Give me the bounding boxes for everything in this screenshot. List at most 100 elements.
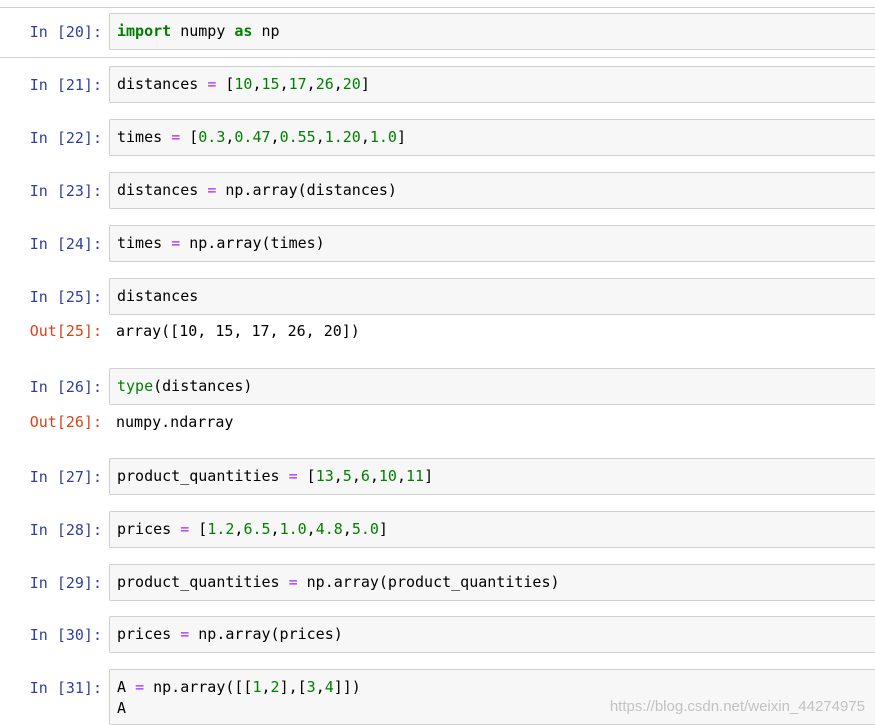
code-token: 0.47: [234, 128, 271, 146]
code-token: =: [207, 75, 217, 93]
code-token: product_quantities: [117, 467, 289, 485]
cell-output: array([10, 15, 17, 26, 20]): [116, 322, 360, 340]
code-cell: In [20]: import numpy as np: [0, 13, 875, 50]
code-token: np.array(distances): [216, 181, 397, 199]
code-line: prices = np.array(prices): [117, 624, 343, 645]
code-token: =: [135, 678, 145, 696]
code-input-area[interactable]: A = np.array([[1,2],[3,4]]) A: [109, 669, 875, 725]
code-token: times: [117, 128, 172, 146]
watermark: https://blog.csdn.net/weixin_44274975: [609, 698, 865, 715]
code-token: distances: [117, 75, 208, 93]
input-prompt: In [30]:: [29, 626, 102, 644]
code-token: prices: [117, 625, 181, 643]
code-token: 1.0: [369, 128, 397, 146]
code-token: 20: [342, 75, 361, 93]
code-token: ,: [252, 75, 262, 93]
code-token: np.array(times): [180, 234, 325, 252]
code-cell: In [30]: prices = np.array(prices): [0, 616, 875, 653]
code-token: ]: [360, 75, 370, 93]
code-token: 10: [234, 75, 253, 93]
code-cell: In [26]: type(distances) Out[26]: numpy.nda…: [0, 368, 875, 434]
code-line: type(distances): [117, 376, 252, 397]
input-prompt: In [31]:: [29, 679, 102, 697]
code-token: ,: [306, 520, 316, 538]
cell-output: numpy.ndarray: [116, 413, 234, 431]
code-token: A: [117, 678, 136, 696]
code-token: ,: [333, 467, 343, 485]
code-line: A: [117, 699, 127, 717]
code-input-area[interactable]: distances = np.array(distances): [109, 172, 875, 209]
code-token: 6.5: [243, 520, 271, 538]
code-cell: In [24]: times = np.array(times): [0, 225, 875, 262]
code-token: 0.55: [279, 128, 316, 146]
code-token: 10: [378, 467, 397, 485]
input-prompt: In [27]:: [29, 468, 102, 486]
code-token: 0.3: [198, 128, 226, 146]
code-input-area[interactable]: times = np.array(times): [109, 225, 875, 262]
code-line: prices = [1.2,6.5,1.0,4.8,5.0]: [117, 519, 388, 540]
code-token: [: [180, 128, 199, 146]
code-token: ,: [360, 128, 370, 146]
code-cell: In [23]: distances = np.array(distances): [0, 172, 875, 209]
code-line: product_quantities = np.array(product_qu…: [117, 572, 560, 593]
output-prompt: Out[26]:: [29, 413, 102, 431]
input-prompt: In [25]:: [29, 288, 102, 306]
code-cell: In [31]: A = np.array([[1,2],[3,4]]) A: [0, 669, 875, 725]
code-token: type: [117, 377, 154, 395]
code-token: ,: [342, 520, 352, 538]
code-token: times: [117, 234, 172, 252]
code-token: 6: [360, 467, 370, 485]
code-input-area[interactable]: prices = [1.2,6.5,1.0,4.8,5.0]: [109, 511, 875, 548]
notebook-top-border: [0, 7, 875, 8]
code-token: ]: [424, 467, 434, 485]
code-token: 5: [342, 467, 352, 485]
code-token: np: [252, 22, 280, 40]
code-line: distances: [117, 286, 198, 307]
code-token: =: [171, 128, 181, 146]
code-cell: In [25]: distances Out[25]: array([10, 15, …: [0, 278, 875, 343]
code-cell: In [21]: distances = [10,15,17,26,20]: [0, 66, 875, 103]
code-line: times = np.array(times): [117, 233, 325, 254]
input-prompt: In [21]:: [29, 76, 102, 94]
code-input-area[interactable]: type(distances): [109, 368, 875, 405]
cell-divider: [0, 57, 875, 58]
code-token: [: [189, 520, 208, 538]
code-token: import: [117, 22, 172, 40]
code-token: ,: [270, 128, 280, 146]
code-token: =: [288, 573, 298, 591]
code-token: ,: [333, 75, 343, 93]
code-token: product_quantities: [117, 573, 289, 591]
code-cell: In [27]: product_quantities = [13,5,6,10,…: [0, 458, 875, 495]
code-token: 2: [270, 678, 280, 696]
code-input-area[interactable]: distances = [10,15,17,26,20]: [109, 66, 875, 103]
code-token: 1: [252, 678, 262, 696]
code-token: 11: [406, 467, 425, 485]
code-token: ],[: [279, 678, 307, 696]
code-token: ,: [261, 678, 271, 696]
code-token: distances: [117, 287, 199, 305]
code-input-area[interactable]: prices = np.array(prices): [109, 616, 875, 653]
code-input-area[interactable]: times = [0.3,0.47,0.55,1.20,1.0]: [109, 119, 875, 156]
code-line: product_quantities = [13,5,6,10,11]: [117, 466, 433, 487]
code-token: ]: [396, 128, 406, 146]
code-token: 5.0: [351, 520, 379, 538]
code-token: np.array([[: [144, 678, 253, 696]
code-cell: In [28]: prices = [1.2,6.5,1.0,4.8,5.0]: [0, 511, 875, 548]
code-token: 26: [315, 75, 334, 93]
code-token: 15: [261, 75, 280, 93]
input-prompt: In [26]:: [29, 378, 102, 396]
code-token: (distances): [153, 377, 253, 395]
code-token: ,: [315, 678, 325, 696]
code-token: ,: [270, 520, 280, 538]
code-token: =: [180, 625, 190, 643]
code-token: [: [216, 75, 235, 93]
code-token: 3: [306, 678, 316, 696]
code-token: =: [288, 467, 298, 485]
input-prompt: In [20]:: [29, 23, 102, 41]
code-line: distances = np.array(distances): [117, 180, 397, 201]
code-token: [: [297, 467, 316, 485]
code-input-area[interactable]: import numpy as np: [109, 13, 875, 50]
code-input-area[interactable]: product_quantities = np.array(product_qu…: [109, 564, 875, 601]
code-input-area[interactable]: distances: [109, 278, 875, 315]
code-input-area[interactable]: product_quantities = [13,5,6,10,11]: [109, 458, 875, 495]
